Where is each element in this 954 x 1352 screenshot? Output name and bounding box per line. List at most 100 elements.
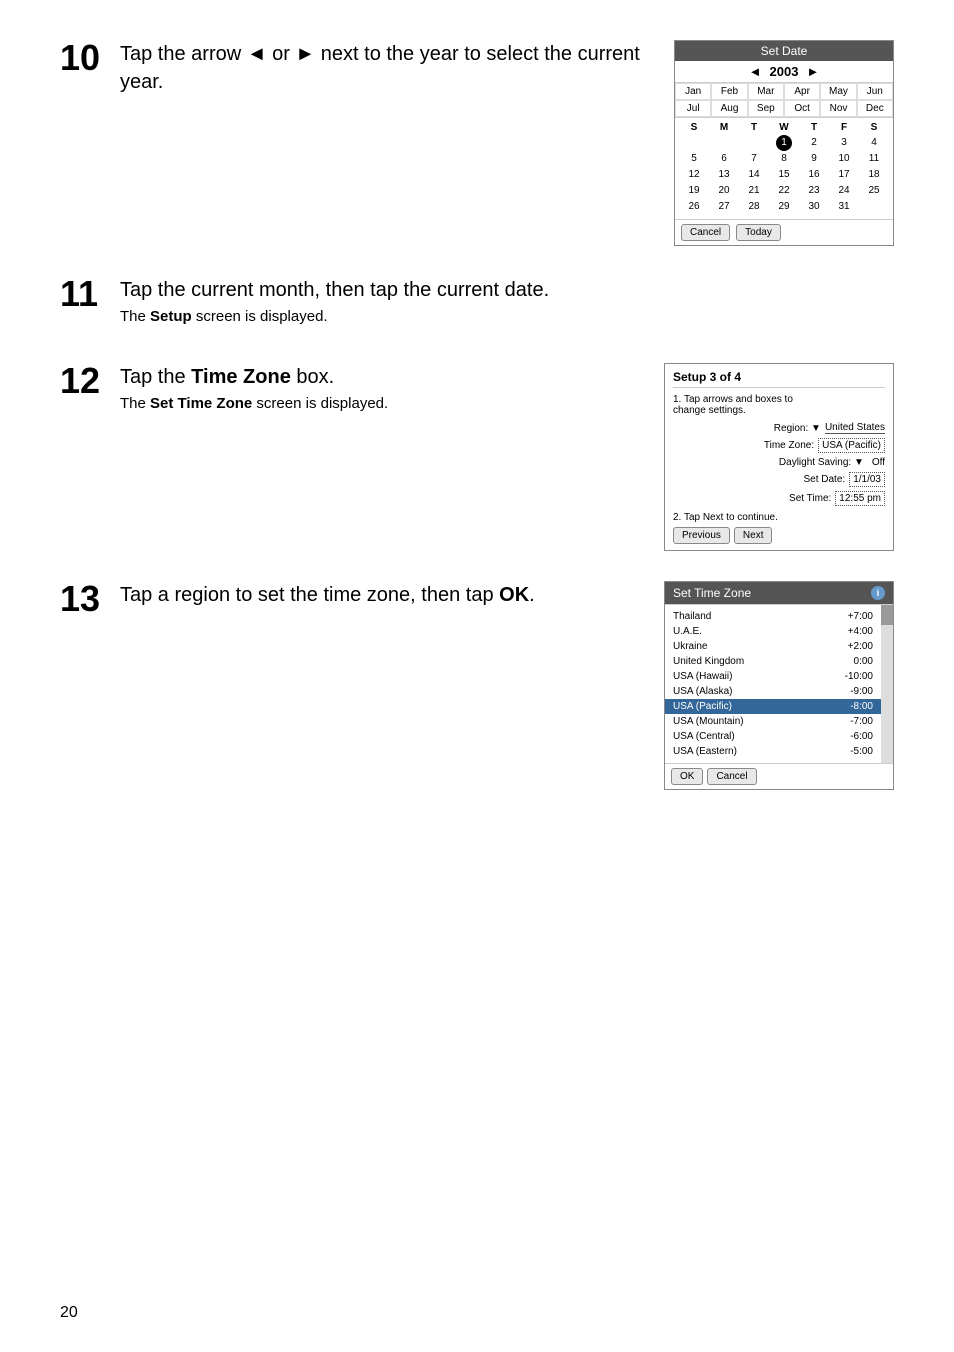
timezone-label: Time Zone: <box>764 440 814 451</box>
calendar-widget: Set Date ◄ 2003 ► Jan Feb Mar Apr May Ju… <box>674 40 894 246</box>
step-12-layout: Tap the Time Zone box. The Set Time Zone… <box>120 363 894 551</box>
calendar-today-button[interactable]: Today <box>736 224 781 241</box>
step-13-widget: Set Time Zone i Thailand +7:00 U.A.E. +4… <box>664 581 894 790</box>
day-header-s2: S <box>859 122 889 133</box>
tz-row-usa-eastern[interactable]: USA (Eastern) -5:00 <box>665 744 881 759</box>
tz-header: Set Time Zone i <box>665 582 893 604</box>
calendar-week4: 19 20 21 22 23 24 25 <box>679 183 889 199</box>
setup-settime-row: Set Time: 12:55 pm <box>673 491 885 506</box>
step-12-title: Tap the Time Zone box. <box>120 363 634 391</box>
setdate-label: Set Date: <box>803 474 845 485</box>
timezone-widget: Set Time Zone i Thailand +7:00 U.A.E. +4… <box>664 581 894 790</box>
month-aug[interactable]: Aug <box>711 100 747 117</box>
step-10-text: Tap the arrow ◄ or ► next to the year to… <box>120 40 644 100</box>
tz-row-usa-mountain[interactable]: USA (Mountain) -7:00 <box>665 714 881 729</box>
calendar-cancel-button[interactable]: Cancel <box>681 224 730 241</box>
setup-instruction1: 1. Tap arrows and boxes to change settin… <box>673 394 885 416</box>
timezone-value[interactable]: USA (Pacific) <box>818 438 885 453</box>
step-number-11: 11 <box>60 276 120 333</box>
step-12-content: Tap the Time Zone box. The Set Time Zone… <box>120 363 894 551</box>
step-11: 11 Tap the current month, then tap the c… <box>60 276 894 333</box>
tz-row-usa-hawaii[interactable]: USA (Hawaii) -10:00 <box>665 669 881 684</box>
step-11-subtitle: The Setup screen is displayed. <box>120 308 894 325</box>
setup-region-row: Region: ▼ United States <box>673 422 885 434</box>
month-oct[interactable]: Oct <box>784 100 820 117</box>
step-10-layout: Tap the arrow ◄ or ► next to the year to… <box>120 40 894 246</box>
daylight-label: Daylight Saving: ▼ <box>779 457 864 468</box>
month-jan[interactable]: Jan <box>675 83 711 100</box>
calendar-footer: Cancel Today <box>675 219 893 245</box>
day-header-f: F <box>829 122 859 133</box>
daylight-value[interactable]: Off <box>872 457 885 468</box>
setup-daylight-row: Daylight Saving: ▼ Off <box>673 457 885 468</box>
tz-list: Thailand +7:00 U.A.E. +4:00 Ukraine +2:0… <box>665 605 881 763</box>
prev-year-arrow[interactable]: ◄ <box>749 64 762 79</box>
setup-timezone-row: Time Zone: USA (Pacific) <box>673 438 885 453</box>
tz-row-uae[interactable]: U.A.E. +4:00 <box>665 624 881 639</box>
calendar-week3: 12 13 14 15 16 17 18 <box>679 167 889 183</box>
month-nov[interactable]: Nov <box>820 100 856 117</box>
region-value[interactable]: United States <box>825 422 885 434</box>
step-12-subtitle: The Set Time Zone screen is displayed. <box>120 395 634 412</box>
tz-scroll-thumb[interactable] <box>881 605 893 625</box>
page-number: 20 <box>60 1304 78 1322</box>
tz-row-ukraine[interactable]: Ukraine +2:00 <box>665 639 881 654</box>
calendar-week2: 5 6 7 8 9 10 11 <box>679 151 889 167</box>
tz-header-title: Set Time Zone <box>673 586 751 600</box>
previous-button[interactable]: Previous <box>673 527 730 544</box>
month-may[interactable]: May <box>820 83 856 100</box>
step-12-text: Tap the Time Zone box. The Set Time Zone… <box>120 363 634 420</box>
setup-widget: Setup 3 of 4 1. Tap arrows and boxes to … <box>664 363 894 551</box>
tz-list-container: Thailand +7:00 U.A.E. +4:00 Ukraine +2:0… <box>665 604 893 764</box>
month-apr[interactable]: Apr <box>784 83 820 100</box>
step-number-10: 10 <box>60 40 120 246</box>
step-13-text: Tap a region to set the time zone, then … <box>120 581 634 613</box>
setup-buttons: Previous Next <box>673 527 885 544</box>
tz-row-usa-pacific[interactable]: USA (Pacific) -8:00 <box>665 699 881 714</box>
month-dec[interactable]: Dec <box>857 100 893 117</box>
tz-ok-button[interactable]: OK <box>671 768 703 785</box>
calendar-days-header: S M T W T F S <box>679 122 889 133</box>
step-13: 13 Tap a region to set the time zone, th… <box>60 581 894 790</box>
step-number-13: 13 <box>60 581 120 790</box>
calendar-header: Set Date <box>675 41 893 61</box>
setup-setdate-row: Set Date: 1/1/03 <box>673 472 885 487</box>
tz-row-thailand[interactable]: Thailand +7:00 <box>665 609 881 624</box>
setdate-value[interactable]: 1/1/03 <box>849 472 885 487</box>
step-number-12: 12 <box>60 363 120 551</box>
step-13-layout: Tap a region to set the time zone, then … <box>120 581 894 790</box>
day-header-s1: S <box>679 122 709 133</box>
calendar-week5: 26 27 28 29 30 31 <box>679 199 889 215</box>
tz-cancel-button[interactable]: Cancel <box>707 768 756 785</box>
month-jul[interactable]: Jul <box>675 100 711 117</box>
step-13-content: Tap a region to set the time zone, then … <box>120 581 894 790</box>
tz-row-usa-alaska[interactable]: USA (Alaska) -9:00 <box>665 684 881 699</box>
month-jun[interactable]: Jun <box>857 83 893 100</box>
setup-header: Setup 3 of 4 <box>673 370 885 388</box>
settime-value[interactable]: 12:55 pm <box>835 491 885 506</box>
month-feb[interactable]: Feb <box>711 83 747 100</box>
tz-row-usa-central[interactable]: USA (Central) -6:00 <box>665 729 881 744</box>
next-year-arrow[interactable]: ► <box>806 64 819 79</box>
tz-row-uk[interactable]: United Kingdom 0:00 <box>665 654 881 669</box>
month-sep[interactable]: Sep <box>748 100 784 117</box>
step-12-widget: Setup 3 of 4 1. Tap arrows and boxes to … <box>664 363 894 551</box>
step-11-content: Tap the current month, then tap the curr… <box>120 276 894 333</box>
step-10: 10 Tap the arrow ◄ or ► next to the year… <box>60 40 894 246</box>
setup-footer-instruction: 2. Tap Next to continue. <box>673 512 885 523</box>
step-10-content: Tap the arrow ◄ or ► next to the year to… <box>120 40 894 246</box>
tz-scrollbar[interactable] <box>881 605 893 763</box>
month-mar[interactable]: Mar <box>748 83 784 100</box>
step-12: 12 Tap the Time Zone box. The Set Time Z… <box>60 363 894 551</box>
day-header-m: M <box>709 122 739 133</box>
calendar-grid: S M T W T F S 1 2 <box>675 118 893 219</box>
step-10-title: Tap the arrow ◄ or ► next to the year to… <box>120 40 644 96</box>
calendar-year-row: ◄ 2003 ► <box>675 61 893 83</box>
next-button[interactable]: Next <box>734 527 773 544</box>
tz-info-icon[interactable]: i <box>871 586 885 600</box>
step-13-title: Tap a region to set the time zone, then … <box>120 581 634 609</box>
tz-footer: OK Cancel <box>665 764 893 789</box>
calendar-months: Jan Feb Mar Apr May Jun Jul Aug Sep Oct … <box>675 83 893 118</box>
day-header-t1: T <box>739 122 769 133</box>
day-header-w: W <box>769 122 799 133</box>
